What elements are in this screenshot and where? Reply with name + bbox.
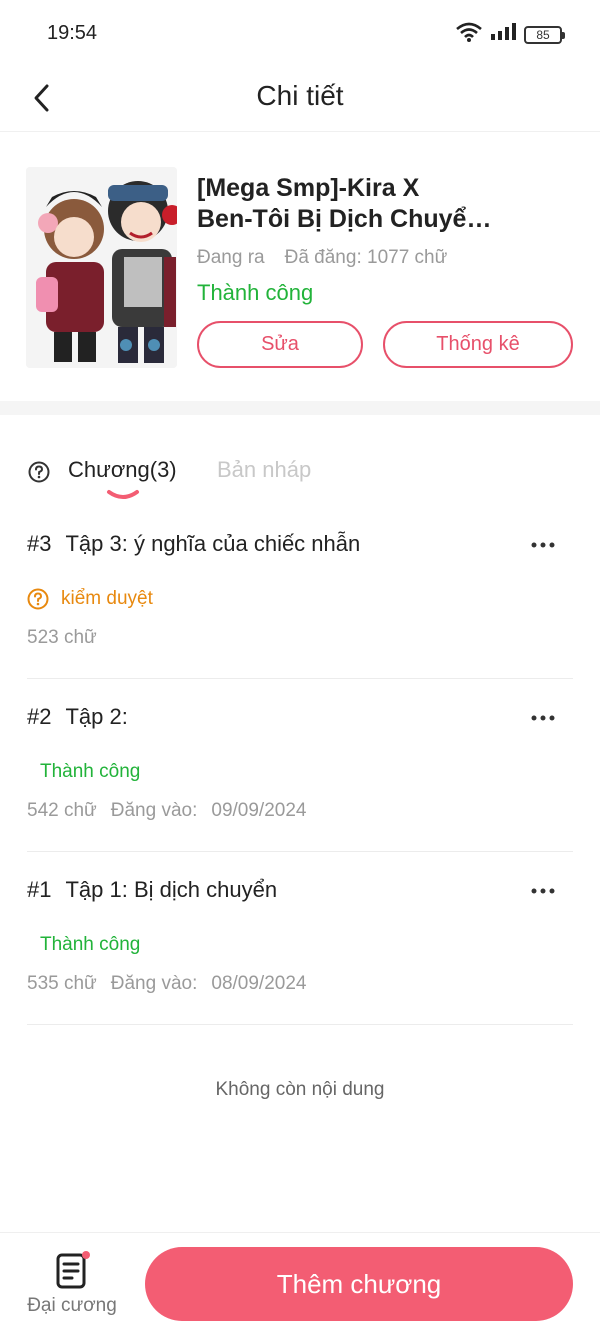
chapter-meta: 535 chữ Đăng vào: 08/09/2024 — [27, 973, 306, 995]
add-chapter-button[interactable]: Thêm chương — [145, 1247, 573, 1321]
chapter-word-count: 542 chữ — [27, 800, 97, 821]
status-icons: 85 — [456, 22, 565, 47]
chapter-word-count: 535 chữ — [27, 973, 97, 994]
chapter-meta: 523 chữ — [27, 627, 97, 649]
chapter-more-button[interactable] — [529, 533, 557, 557]
chapter-tabs: Chương(3) Bản nháp — [0, 440, 600, 510]
chapter-posted-label: Đăng vào: — [110, 800, 198, 821]
chapter-more-button[interactable] — [529, 706, 557, 730]
chapter-number: #1 — [27, 877, 52, 902]
help-circle-icon[interactable] — [28, 461, 50, 488]
status-time: 19:54 — [47, 22, 98, 44]
chapter-title: #2 Tập 2: — [27, 704, 128, 730]
chapter-status: Thành công — [40, 761, 140, 783]
chapter-number: #3 — [27, 531, 52, 556]
story-title: [Mega Smp]-Kira X Ben-Tôi Bị Dịch Chuyể… — [197, 173, 577, 235]
battery-icon: 85 — [524, 25, 565, 44]
chapter-meta: 542 chữ Đăng vào: 09/09/2024 — [27, 800, 306, 822]
help-circle-icon — [27, 588, 49, 610]
more-icon — [531, 888, 555, 894]
chapter-number: #2 — [27, 704, 52, 729]
statistics-button[interactable]: Thống kê — [383, 321, 573, 368]
status-bar: 19:54 85 — [0, 0, 600, 66]
signal-icon — [490, 23, 516, 46]
end-of-list-text: Không còn nội dung — [215, 1079, 385, 1100]
section-divider — [0, 401, 600, 415]
chapter-item[interactable]: #2 Tập 2: Thành công 542 chữ Đăng vào: 09… — [27, 680, 573, 852]
chapter-status: kiểm duyệt — [27, 588, 153, 610]
more-icon — [531, 542, 555, 548]
bottom-bar: Đại cương Thêm chương — [0, 1232, 600, 1333]
tab-chapters[interactable]: Chương(3) — [68, 457, 177, 483]
story-word-count: Đã đăng: 1077 chữ — [284, 247, 448, 268]
chapter-posted-label: Đăng vào: — [110, 973, 198, 994]
edit-button[interactable]: Sửa — [197, 321, 363, 368]
chapter-name: Tập 3: ý nghĩa của chiếc nhẫn — [65, 531, 361, 556]
tab-active-indicator — [107, 490, 139, 499]
story-meta: Đang ra Đã đăng: 1077 chữ — [197, 247, 447, 269]
story-title-line-1: [Mega Smp]-Kira X — [197, 174, 420, 202]
chapter-status: Thành công — [40, 934, 140, 956]
tab-drafts[interactable]: Bản nháp — [217, 457, 311, 483]
header: Chi tiết — [0, 66, 600, 132]
chapter-item[interactable]: #3 Tập 3: ý nghĩa của chiếc nhẫn kiểm duy… — [27, 507, 573, 679]
story-cover-image[interactable] — [26, 167, 177, 368]
more-icon — [531, 715, 555, 721]
story-title-line-2: Ben-Tôi Bị Dịch Chuyể… — [197, 205, 492, 233]
chapter-date: 09/09/2024 — [211, 800, 307, 821]
story-card: [Mega Smp]-Kira X Ben-Tôi Bị Dịch Chuyể…… — [0, 133, 600, 401]
chapter-status-text: Thành công — [40, 761, 141, 782]
outline-label: Đại cương — [27, 1295, 117, 1316]
story-status: Thành công — [197, 280, 314, 305]
page-title: Chi tiết — [256, 80, 344, 111]
chapter-name: Tập 2: — [65, 704, 128, 729]
chapter-name: Tập 1: Bị dịch chuyển — [65, 877, 278, 902]
wifi-icon — [456, 22, 482, 47]
outline-button[interactable]: Đại cương — [18, 1251, 126, 1321]
chapter-more-button[interactable] — [529, 879, 557, 903]
chapter-word-count: 523 chữ — [27, 627, 97, 648]
outline-document-icon — [56, 1251, 90, 1289]
chapter-title: #1 Tập 1: Bị dịch chuyển — [27, 877, 277, 903]
chapter-status-text: Thành công — [40, 934, 141, 955]
chapter-title: #3 Tập 3: ý nghĩa của chiếc nhẫn — [27, 531, 360, 557]
story-state: Đang ra — [197, 247, 265, 268]
chapter-date: 08/09/2024 — [211, 973, 307, 994]
chapter-status-text: kiểm duyệt — [61, 588, 153, 609]
chapter-item[interactable]: #1 Tập 1: Bị dịch chuyển Thành công 535 c… — [27, 853, 573, 1025]
